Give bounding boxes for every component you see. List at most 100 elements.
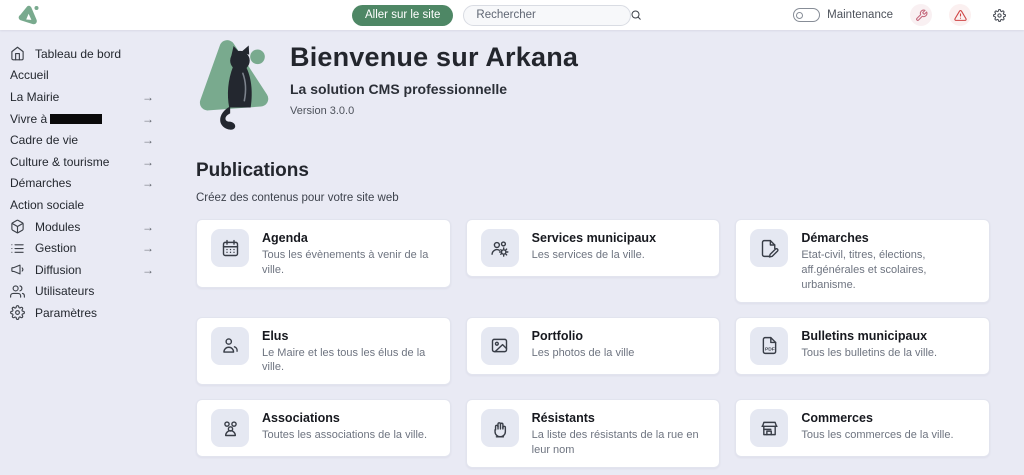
arrow-right-icon: → xyxy=(142,176,154,190)
card-title: Elus xyxy=(262,329,436,343)
users-gear-icon xyxy=(481,229,519,267)
arrow-right-icon: → xyxy=(142,241,154,255)
sidebar-item-accueil[interactable]: Accueil xyxy=(10,65,154,87)
fist-icon xyxy=(481,409,519,447)
card-services-municipaux[interactable]: Services municipaux Les services de la v… xyxy=(466,219,721,277)
cube-icon xyxy=(10,219,25,234)
arkana-logo-icon xyxy=(16,3,42,27)
card-title: Associations xyxy=(262,411,427,425)
gear-icon[interactable] xyxy=(988,4,1010,26)
sidebar-item-label: Action sociale xyxy=(10,198,84,212)
maintenance-label: Maintenance xyxy=(827,9,893,21)
sidebar-item-cadre-de-vie[interactable]: Cadre de vie → xyxy=(10,129,154,151)
wrench-icon[interactable] xyxy=(910,4,932,26)
sidebar-item-vivre-a[interactable]: Vivre à → xyxy=(10,108,154,130)
sidebar-item-culture-tourisme[interactable]: Culture & tourisme → xyxy=(10,151,154,173)
arrow-right-icon: → xyxy=(142,112,154,126)
card-description: Tous les évènements à venir de la ville. xyxy=(262,248,436,278)
sidebar-item-label: Utilisateurs xyxy=(35,284,94,298)
card-description: Les services de la ville. xyxy=(532,248,656,263)
card-title: Bulletins municipaux xyxy=(801,329,937,343)
arrow-right-icon: → xyxy=(142,90,154,104)
pdf-file-icon: PDF xyxy=(750,327,788,365)
search-box[interactable] xyxy=(463,5,631,26)
photo-icon xyxy=(481,327,519,365)
version-label: Version 3.0.0 xyxy=(290,105,578,117)
publications-subtitle: Créez des contenus pour votre site web xyxy=(196,192,990,204)
publications-section: Publications Créez des contenus pour vot… xyxy=(196,160,990,475)
card-description: La liste des résistants de la rue en leu… xyxy=(532,428,706,458)
card-elus[interactable]: Elus Le Maire et les tous les élus de la… xyxy=(196,317,451,386)
card-description: Tous les bulletins de la ville. xyxy=(801,346,937,361)
sidebar: Tableau de bord Accueil La Mairie → Vivr… xyxy=(0,30,190,475)
arrow-right-icon: → xyxy=(142,155,154,169)
arrow-right-icon: → xyxy=(142,220,154,234)
calendar-icon xyxy=(211,229,249,267)
card-commerces[interactable]: Commerces Tous les commerces de la ville… xyxy=(735,399,990,457)
sidebar-item-label: Accueil xyxy=(10,68,49,82)
sidebar-item-label: Démarches xyxy=(10,176,71,190)
users-icon xyxy=(10,284,25,299)
sidebar-item-utilisateurs[interactable]: Utilisateurs xyxy=(10,281,154,303)
list-icon xyxy=(10,241,25,256)
card-description: Toutes les associations de la ville. xyxy=(262,428,427,443)
page-subtitle: La solution CMS professionnelle xyxy=(290,81,578,97)
gear-icon xyxy=(10,305,25,320)
card-title: Commerces xyxy=(801,411,953,425)
sidebar-item-label: Diffusion xyxy=(35,263,81,277)
card-resistants[interactable]: Résistants La liste des résistants de la… xyxy=(466,399,721,468)
document-edit-icon xyxy=(750,229,788,267)
card-description: Les photos de la ville xyxy=(532,346,635,361)
sidebar-item-label: Gestion xyxy=(35,241,76,255)
toggle-knob xyxy=(796,12,803,19)
sidebar-item-label: Cadre de vie xyxy=(10,133,78,147)
arkana-logo-large xyxy=(196,36,278,140)
redacted-text xyxy=(50,114,102,124)
arrow-right-icon: → xyxy=(142,263,154,277)
sidebar-item-label: Paramètres xyxy=(35,306,97,320)
maintenance-toggle[interactable] xyxy=(793,8,820,22)
search-icon[interactable] xyxy=(630,9,642,21)
card-bulletins-municipaux[interactable]: PDF Bulletins municipaux Tous les bullet… xyxy=(735,317,990,375)
card-demarches[interactable]: Démarches Etat-civil, titres, élections,… xyxy=(735,219,990,303)
search-input[interactable] xyxy=(476,9,630,21)
sidebar-item-demarches[interactable]: Démarches → xyxy=(10,173,154,195)
arrow-right-icon: → xyxy=(142,133,154,147)
sidebar-item-label: La Mairie xyxy=(10,90,59,104)
topbar: Aller sur le site Maintenance xyxy=(0,0,1024,30)
arkana-logo[interactable] xyxy=(16,3,42,27)
sidebar-item-parametres[interactable]: Paramètres xyxy=(10,302,154,324)
card-title: Agenda xyxy=(262,231,436,245)
card-title: Résistants xyxy=(532,411,706,425)
card-description: Etat-civil, titres, élections, aff.génér… xyxy=(801,248,975,293)
card-portfolio[interactable]: Portfolio Les photos de la ville xyxy=(466,317,721,375)
megaphone-icon xyxy=(10,262,25,277)
warning-triangle-icon[interactable] xyxy=(949,4,971,26)
home-icon xyxy=(10,46,25,61)
sidebar-item-label: Tableau de bord xyxy=(35,47,121,61)
sidebar-item-modules[interactable]: Modules → xyxy=(10,216,154,238)
card-description: Tous les commerces de la ville. xyxy=(801,428,953,443)
sidebar-item-tableau-de-bord[interactable]: Tableau de bord xyxy=(10,43,154,65)
publications-grid: Agenda Tous les évènements à venir de la… xyxy=(196,219,990,475)
card-associations[interactable]: Associations Toutes les associations de … xyxy=(196,399,451,457)
main-content: Bienvenue sur Arkana La solution CMS pro… xyxy=(190,30,1024,475)
sidebar-item-la-mairie[interactable]: La Mairie → xyxy=(10,86,154,108)
card-title: Démarches xyxy=(801,231,975,245)
card-title: Services municipaux xyxy=(532,231,656,245)
group-icon xyxy=(211,409,249,447)
storefront-icon xyxy=(750,409,788,447)
sidebar-item-diffusion[interactable]: Diffusion → xyxy=(10,259,154,281)
sidebar-item-gestion[interactable]: Gestion → xyxy=(10,237,154,259)
page-title: Bienvenue sur Arkana xyxy=(290,42,578,73)
user-icon xyxy=(211,327,249,365)
go-to-site-button[interactable]: Aller sur le site xyxy=(352,5,453,26)
publications-title: Publications xyxy=(196,160,990,182)
sidebar-item-action-sociale[interactable]: Action sociale xyxy=(10,194,154,216)
svg-text:PDF: PDF xyxy=(765,347,775,353)
sidebar-item-label: Culture & tourisme xyxy=(10,155,109,169)
sidebar-item-label: Vivre à xyxy=(10,112,47,126)
card-description: Le Maire et les tous les élus de la vill… xyxy=(262,346,436,376)
sidebar-item-label: Modules xyxy=(35,220,80,234)
card-agenda[interactable]: Agenda Tous les évènements à venir de la… xyxy=(196,219,451,288)
